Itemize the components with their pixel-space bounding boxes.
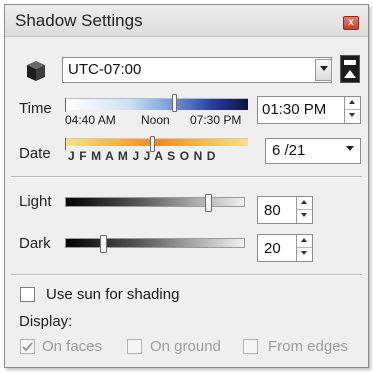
use-sun-label: Use sun for shading — [46, 286, 180, 303]
timezone-value: UTC-07:00 — [68, 61, 142, 78]
date-value: 6 /21 — [272, 142, 306, 159]
date-select[interactable]: 6 /21 — [265, 138, 361, 164]
dark-value: 20 — [264, 240, 281, 257]
use-sun-checkbox[interactable] — [20, 287, 35, 302]
time-slider-track[interactable] — [65, 98, 248, 110]
toggle-arrow-icon — [344, 70, 356, 78]
cube-icon — [27, 61, 45, 81]
spin-up-icon[interactable] — [297, 235, 312, 248]
time-spinner[interactable] — [344, 97, 360, 123]
dark-slider-thumb[interactable] — [100, 235, 107, 253]
dark-label: Dark — [19, 235, 51, 252]
from-edges-checkbox[interactable] — [243, 339, 258, 354]
close-button[interactable]: x — [343, 16, 359, 30]
light-value: 80 — [264, 202, 281, 219]
time-end-label: 07:30 PM — [190, 113, 242, 127]
close-icon: x — [348, 17, 354, 28]
section-divider — [11, 176, 362, 178]
time-start-label: 04:40 AM — [65, 113, 116, 127]
spin-down-icon[interactable] — [345, 110, 360, 123]
light-spinner[interactable] — [296, 197, 312, 223]
light-slider-track[interactable] — [65, 197, 245, 207]
on-faces-label: On faces — [42, 338, 103, 355]
time-slider-bracket-left — [65, 98, 66, 112]
checkmark-icon — [22, 342, 33, 352]
spin-up-icon[interactable] — [345, 97, 360, 110]
timezone-select[interactable]: UTC-07:00 — [62, 57, 332, 83]
time-noon-label: Noon — [141, 113, 170, 127]
date-slider-track[interactable] — [65, 138, 248, 146]
chevron-down-icon[interactable] — [315, 59, 332, 81]
shadow-toggle-icon — [344, 60, 356, 65]
section-divider — [11, 274, 362, 276]
on-ground-label: On ground — [150, 338, 221, 355]
shadow-settings-dialog: Shadow Settings x UTC-07:00 Time 04:40 A… — [4, 4, 369, 368]
dark-spinner[interactable] — [296, 235, 312, 261]
on-ground-checkbox[interactable] — [127, 339, 142, 354]
light-label: Light — [19, 193, 52, 210]
time-value: 01:30 PM — [262, 101, 327, 118]
date-slider-bracket-left — [65, 138, 66, 150]
date-label: Date — [19, 145, 51, 162]
title-bar[interactable]: Shadow Settings x — [5, 5, 368, 37]
date-months-label: J F M A M J J A S O N D — [68, 149, 217, 163]
display-label: Display: — [19, 313, 73, 330]
spin-down-icon[interactable] — [297, 248, 312, 261]
spin-up-icon[interactable] — [297, 197, 312, 210]
dark-input[interactable]: 20 — [257, 234, 313, 262]
time-label: Time — [19, 100, 52, 117]
from-edges-label: From edges — [268, 338, 349, 355]
time-slider-thumb[interactable] — [172, 94, 177, 112]
light-input[interactable]: 80 — [257, 196, 313, 224]
time-input[interactable]: 01:30 PM — [257, 96, 361, 124]
spin-down-icon[interactable] — [297, 210, 312, 223]
dark-slider-track[interactable] — [65, 238, 245, 248]
on-faces-checkbox[interactable] — [20, 339, 35, 354]
date-chevron-down-icon[interactable] — [342, 140, 359, 162]
light-slider-thumb[interactable] — [205, 194, 212, 212]
window-title: Shadow Settings — [15, 11, 143, 30]
shadow-toggle-button[interactable] — [340, 55, 360, 83]
